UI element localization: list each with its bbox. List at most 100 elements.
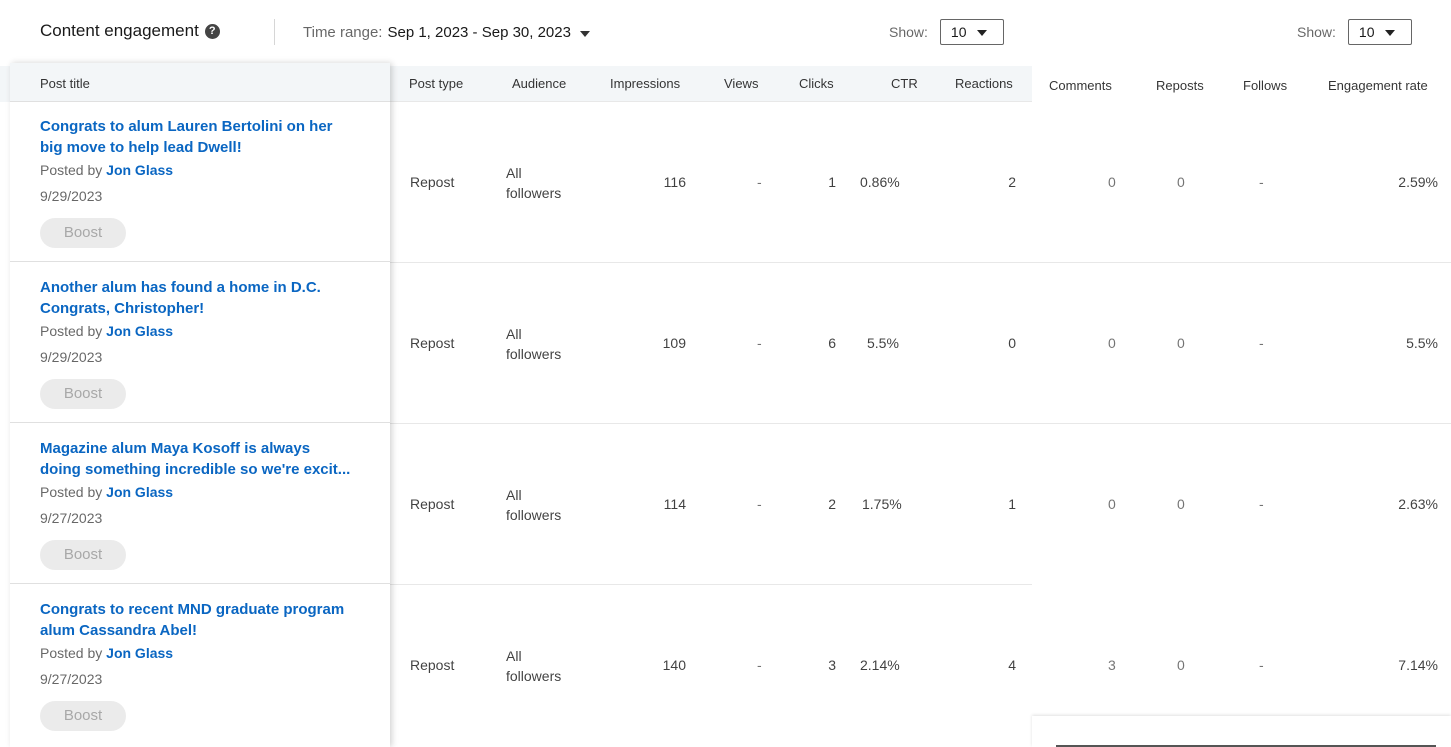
cell-post-type: Repost [410, 174, 455, 190]
cell-reactions: 1 [1008, 496, 1016, 512]
column-header-engagement-rate[interactable]: Engagement rate [1328, 78, 1428, 93]
post-title-link[interactable]: Another alum has found a home in D.C. Con… [40, 277, 380, 319]
post-cell: Congrats to recent MND graduate program a… [40, 599, 380, 731]
cell-audience: All followers [506, 485, 561, 525]
cell-impressions: 109 [662, 335, 686, 351]
boost-button[interactable]: Boost [40, 540, 126, 570]
show-count-control-1: Show: 10 [889, 19, 1004, 45]
post-title-line-2: alum Cassandra Abel! [40, 622, 197, 639]
author-link[interactable]: Jon Glass [106, 162, 173, 178]
show-count-value: 10 [950, 24, 967, 40]
cell-views: - [757, 496, 762, 512]
audience-line-1: All [506, 487, 522, 503]
posted-by-label: Posted by [40, 645, 103, 661]
cell-reposts: 0 [1177, 174, 1185, 190]
column-header-clicks[interactable]: Clicks [799, 76, 834, 91]
caret-down-icon [1384, 30, 1395, 36]
column-header-reactions[interactable]: Reactions [955, 76, 1013, 91]
cell-reactions: 0 [1008, 335, 1016, 351]
boost-button[interactable]: Boost [40, 379, 126, 409]
post-title-link[interactable]: Congrats to alum Lauren Bertolini on her… [40, 116, 380, 158]
author-link[interactable]: Jon Glass [106, 323, 173, 339]
cell-comments: 3 [1108, 657, 1116, 673]
cell-follows: - [1259, 496, 1264, 512]
audience-line-2: followers [506, 346, 562, 362]
post-title-line-1: Congrats to alum Lauren Bertolini on her [40, 118, 333, 135]
post-title-link[interactable]: Magazine alum Maya Kosoff is always doing… [40, 438, 380, 480]
row-divider [390, 423, 1451, 424]
column-header-post-type[interactable]: Post type [409, 76, 463, 91]
time-range-dropdown[interactable]: Time range: Sep 1, 2023 - Sep 30, 2023 [303, 24, 590, 41]
cell-reposts: 0 [1177, 657, 1185, 673]
post-title-line-2: Congrats, Christopher! [40, 300, 205, 317]
post-cell: Congrats to alum Lauren Bertolini on her… [40, 116, 380, 248]
cell-views: - [757, 335, 762, 351]
cell-engagement-rate: 2.59% [1398, 174, 1438, 190]
cell-follows: - [1259, 657, 1264, 673]
caret-down-icon[interactable] [579, 30, 590, 37]
question-circle-icon[interactable]: ? [204, 23, 220, 39]
post-date: 9/29/2023 [40, 349, 103, 365]
cell-reposts: 0 [1177, 335, 1185, 351]
caret-down-icon [976, 30, 987, 36]
right-pane-footer [1032, 716, 1451, 747]
cell-clicks: 2 [828, 496, 836, 512]
cell-reactions: 2 [1008, 174, 1016, 190]
audience-line-1: All [506, 326, 522, 342]
post-title-line-1: Another alum has found a home in D.C. [40, 279, 321, 296]
cell-clicks: 6 [828, 335, 836, 351]
row-divider [390, 584, 1032, 585]
posted-by-label: Posted by [40, 484, 103, 500]
author-link[interactable]: Jon Glass [106, 645, 173, 661]
post-title-line-1: Magazine alum Maya Kosoff is always [40, 440, 311, 457]
boost-button[interactable]: Boost [40, 701, 126, 731]
column-header-follows[interactable]: Follows [1243, 78, 1287, 93]
column-header-ctr[interactable]: CTR [891, 76, 918, 91]
cell-comments: 0 [1108, 335, 1116, 351]
cell-comments: 0 [1108, 496, 1116, 512]
posted-by: Posted by Jon Glass [40, 645, 380, 661]
cell-reposts: 0 [1177, 496, 1185, 512]
cell-audience: All followers [506, 163, 561, 203]
toolbar-divider [274, 19, 275, 45]
column-header-comments[interactable]: Comments [1049, 78, 1112, 93]
posted-by-label: Posted by [40, 162, 103, 178]
cell-views: - [757, 657, 762, 673]
column-header-views[interactable]: Views [724, 76, 758, 91]
cell-engagement-rate: 5.5% [1406, 335, 1438, 351]
show-label: Show: [889, 24, 928, 40]
post-title-link[interactable]: Congrats to recent MND graduate program a… [40, 599, 380, 641]
cell-engagement-rate: 7.14% [1398, 657, 1438, 673]
sticky-post-title-column: Post title Congrats to alum Lauren Berto… [10, 63, 390, 747]
column-header-audience[interactable]: Audience [512, 76, 566, 91]
cell-post-type: Repost [410, 657, 455, 673]
show-count-select[interactable]: 10 [1347, 19, 1412, 45]
time-range-value[interactable]: Sep 1, 2023 - Sep 30, 2023 [387, 24, 570, 41]
posted-by: Posted by Jon Glass [40, 162, 380, 178]
cell-impressions: 116 [663, 174, 686, 190]
column-header-impressions[interactable]: Impressions [610, 76, 680, 91]
content-engagement-toolbar: Content engagement ? Time range: Sep 1, … [0, 0, 1451, 66]
cell-reactions: 4 [1008, 657, 1016, 673]
cell-post-type: Repost [410, 496, 455, 512]
cell-ctr: 2.14% [860, 657, 900, 673]
row-divider [390, 101, 1032, 102]
column-header-post-title[interactable]: Post title [40, 76, 90, 91]
cell-follows: - [1259, 335, 1264, 351]
show-count-value: 10 [1358, 24, 1375, 40]
column-header-post-title-cell: Post title [10, 63, 390, 102]
show-count-control-2: Show: 10 [1297, 19, 1412, 45]
show-count-select[interactable]: 10 [939, 19, 1004, 45]
cell-ctr: 0.86% [860, 174, 900, 190]
column-header-reposts[interactable]: Reposts [1156, 78, 1204, 93]
author-link[interactable]: Jon Glass [106, 484, 173, 500]
post-date: 9/29/2023 [40, 188, 103, 204]
cell-comments: 0 [1108, 174, 1116, 190]
cell-impressions: 114 [663, 496, 686, 512]
row-divider [10, 422, 390, 423]
boost-button[interactable]: Boost [40, 218, 126, 248]
page-title-text: Content engagement [40, 21, 199, 40]
audience-line-2: followers [506, 185, 562, 201]
cell-audience: All followers [506, 324, 561, 364]
post-date: 9/27/2023 [40, 510, 103, 526]
